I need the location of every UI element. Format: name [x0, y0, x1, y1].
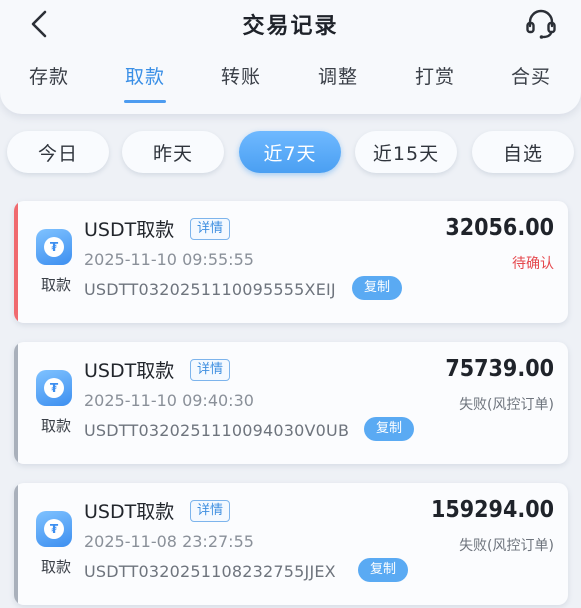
headset-icon — [526, 9, 556, 39]
record-title: USDT取款 — [84, 360, 175, 382]
tab-deposit[interactable]: 存款 — [9, 62, 89, 89]
detail-button[interactable]: 详情 — [190, 500, 231, 522]
record-type-label: 取款 — [40, 558, 71, 576]
date-filter-bar: 今日 昨天 近7天 近15天 自选 — [0, 131, 581, 175]
copy-button[interactable]: 复制 — [364, 417, 415, 441]
record-type-label: 取款 — [40, 276, 71, 294]
customer-service-button[interactable] — [521, 5, 561, 43]
tab-group-buy[interactable]: 合买 — [491, 62, 571, 89]
record-order-number: USDTT0320251110095555XEIJ — [84, 280, 336, 299]
page-title: 交易记录 — [242, 14, 339, 39]
record-order-number: USDTT0320251110094030V0UB — [84, 421, 350, 440]
record-status-accent — [14, 483, 18, 605]
record-amount: 75739.00 — [445, 356, 554, 382]
record-amount: 159294.00 — [430, 497, 554, 523]
record-status: 失败(风控订单) — [459, 538, 554, 554]
transaction-record[interactable]: ₮ 取款 USDT取款 详情 2025-11-10 09:55:55 USDTT… — [14, 201, 568, 323]
tab-withdraw[interactable]: 取款 — [105, 62, 185, 89]
record-type-label: 取款 — [40, 417, 71, 435]
record-time: 2025-11-10 09:55:55 — [84, 250, 254, 269]
tab-tip[interactable]: 打赏 — [395, 62, 475, 89]
record-amount: 32056.00 — [445, 215, 554, 241]
copy-button[interactable]: 复制 — [352, 276, 403, 300]
header-card: 交易记录 存款 取款 转账 调整 打赏 合买 — [0, 0, 581, 114]
transaction-record[interactable]: ₮ 取款 USDT取款 详情 2025-11-10 09:40:30 USDTT… — [14, 342, 568, 464]
transaction-record[interactable]: ₮ 取款 USDT取款 详情 2025-11-08 23:27:55 USDTT… — [14, 483, 568, 605]
record-order-number: USDTT0320251108232755JJEX — [84, 562, 336, 581]
active-tab-indicator — [124, 100, 166, 103]
record-title: USDT取款 — [84, 501, 175, 523]
filter-15-days[interactable]: 近15天 — [355, 131, 457, 173]
filter-today[interactable]: 今日 — [7, 131, 109, 173]
copy-button[interactable]: 复制 — [358, 558, 409, 582]
record-time: 2025-11-10 09:40:30 — [84, 391, 254, 410]
record-status: 待确认 — [512, 256, 554, 272]
detail-button[interactable]: 详情 — [190, 359, 231, 381]
filter-yesterday[interactable]: 昨天 — [122, 131, 224, 173]
filter-7-days[interactable]: 近7天 — [239, 131, 341, 173]
record-status: 失败(风控订单) — [459, 397, 554, 413]
record-title: USDT取款 — [84, 219, 175, 241]
detail-button[interactable]: 详情 — [190, 218, 231, 240]
usdt-coin-icon: ₮ — [36, 511, 72, 547]
tab-transfer[interactable]: 转账 — [201, 62, 281, 89]
usdt-coin-icon: ₮ — [36, 229, 72, 265]
record-status-accent — [14, 342, 18, 464]
usdt-coin-icon: ₮ — [36, 370, 72, 406]
filter-custom[interactable]: 自选 — [472, 131, 574, 173]
tab-bar: 存款 取款 转账 调整 打赏 合买 — [0, 58, 581, 108]
tab-adjust[interactable]: 调整 — [298, 62, 378, 89]
record-time: 2025-11-08 23:27:55 — [84, 532, 254, 551]
record-status-accent — [14, 201, 18, 323]
